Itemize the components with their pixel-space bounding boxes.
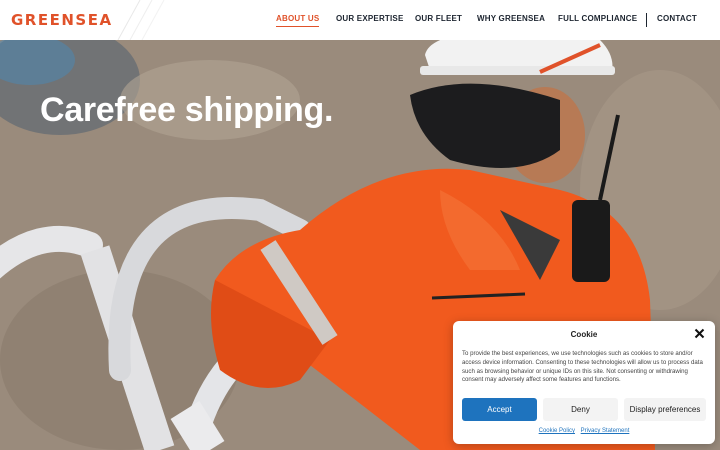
cookie-dialog: Cookie To provide the best experiences, …: [453, 321, 715, 444]
nav-label: CONTACT: [657, 14, 697, 23]
site-header: GREENSEA ABOUT US OUR EXPERTISE OUR FLEE…: [0, 0, 720, 40]
nav-label: FULL COMPLIANCE: [558, 14, 638, 23]
logo[interactable]: GREENSEA: [11, 11, 113, 29]
nav-label: OUR EXPERTISE: [336, 14, 404, 23]
nav-why-greensea[interactable]: WHY GREENSEA: [477, 14, 545, 23]
deny-button[interactable]: Deny: [543, 398, 618, 421]
display-preferences-button[interactable]: Display preferences: [624, 398, 706, 421]
cookie-policy-link[interactable]: Cookie Policy: [539, 428, 575, 434]
nav-label: OUR FLEET: [415, 14, 463, 23]
cookie-links: Cookie Policy Privacy Statement: [453, 428, 715, 434]
privacy-statement-link[interactable]: Privacy Statement: [581, 428, 630, 434]
nav-divider: [646, 13, 647, 27]
cookie-title: Cookie: [570, 330, 598, 339]
nav-label: ABOUT US: [276, 14, 320, 23]
decorative-lines: [117, 0, 165, 40]
close-icon[interactable]: [694, 328, 705, 339]
active-underline: [276, 26, 320, 27]
nav-our-fleet[interactable]: OUR FLEET: [415, 14, 462, 23]
nav-label: WHY GREENSEA: [477, 14, 546, 23]
nav-contact[interactable]: CONTACT: [657, 14, 697, 23]
cookie-description: To provide the best experiences, we use …: [462, 350, 703, 384]
hero-title: Carefree shipping.: [40, 91, 334, 129]
nav-our-expertise[interactable]: OUR EXPERTISE: [336, 14, 404, 23]
nav-about-us[interactable]: ABOUT US: [276, 14, 320, 27]
accept-button[interactable]: Accept: [462, 398, 537, 421]
nav-full-compliance[interactable]: FULL COMPLIANCE: [558, 14, 637, 23]
